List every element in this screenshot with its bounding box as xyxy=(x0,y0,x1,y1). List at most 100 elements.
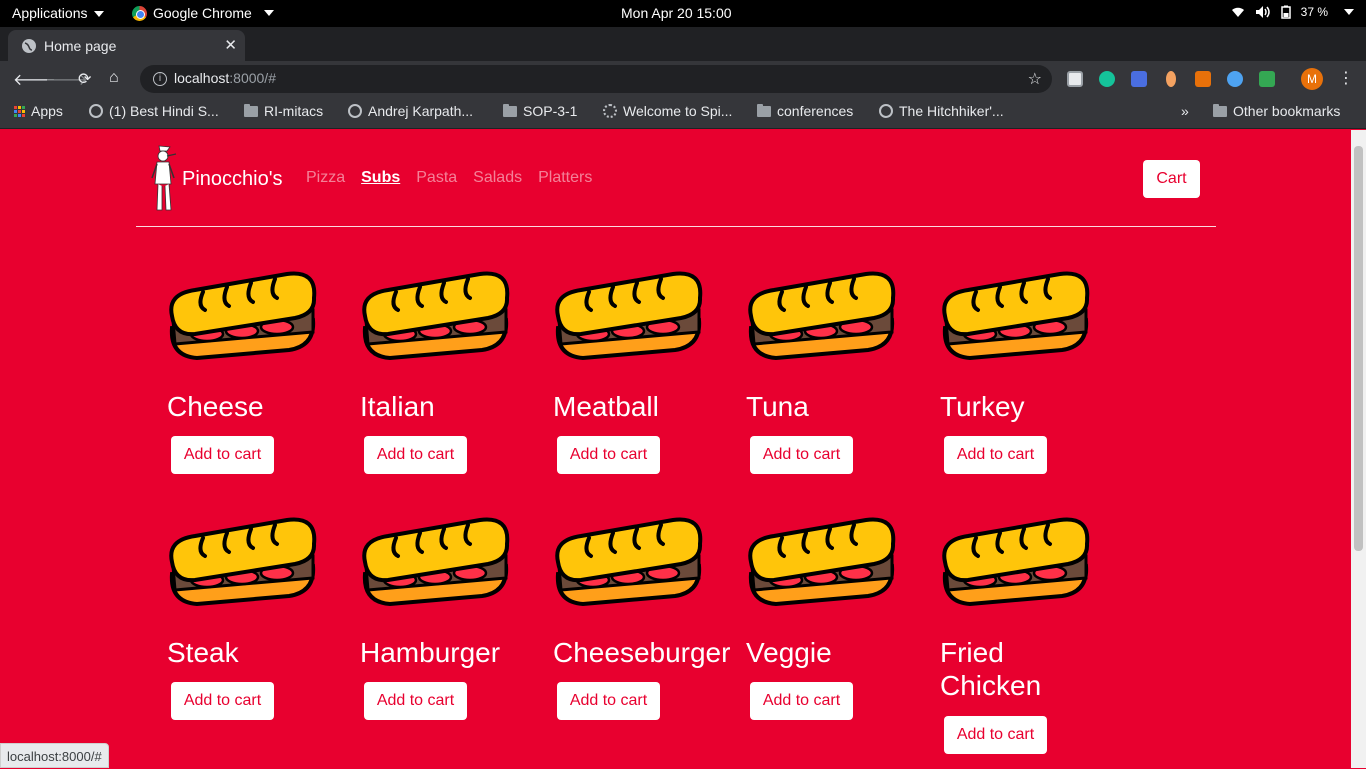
page-content: Pinocchio's Pizza Subs Pasta Salads Plat… xyxy=(0,130,1351,768)
add-to-cart-button[interactable]: Add to cart xyxy=(944,716,1047,754)
url-host: localhost xyxy=(174,70,230,86)
product-card: Tuna Add to cart xyxy=(746,270,926,474)
status-bar-url: localhost:8000/# xyxy=(0,743,109,768)
browser-toolbar: 🡐 🡒 ⟳ ⌂ i localhost:8000/# ☆ M ⋮ xyxy=(0,61,1366,97)
nav-link-pizza[interactable]: Pizza xyxy=(306,169,345,187)
bookmark-label: (1) Best Hindi S... xyxy=(109,103,219,119)
more-menu-icon[interactable]: ⋮ xyxy=(1338,68,1354,88)
header-divider xyxy=(136,226,1216,227)
chevron-down-icon xyxy=(263,10,274,16)
sub-sandwich-icon xyxy=(748,271,896,361)
system-tray[interactable]: 37 % xyxy=(1231,5,1354,19)
bookmark-label: Welcome to Spi... xyxy=(623,103,733,119)
active-app-menu[interactable]: Google Chrome xyxy=(132,5,274,21)
spinner-icon xyxy=(603,104,617,118)
add-to-cart-button[interactable]: Add to cart xyxy=(750,682,853,720)
product-card: Turkey Add to cart xyxy=(940,270,1120,474)
tab-home-page[interactable]: Home page ✕ xyxy=(8,30,245,61)
close-tab-icon[interactable]: ✕ xyxy=(224,36,237,54)
sub-sandwich-icon xyxy=(555,517,703,607)
folder-icon xyxy=(757,103,771,117)
bookmark-folder[interactable]: RI-mitacs xyxy=(244,103,323,119)
grammarly-icon[interactable] xyxy=(1099,71,1115,87)
nav-link-platters[interactable]: Platters xyxy=(538,169,592,187)
product-card: Hamburger Add to cart xyxy=(360,516,540,720)
tab-title: Home page xyxy=(44,38,117,54)
translate-icon[interactable] xyxy=(1131,71,1147,87)
bookmark-label: SOP-3-1 xyxy=(523,103,578,119)
address-bar[interactable]: i localhost:8000/# ☆ xyxy=(140,65,1052,93)
add-to-cart-button[interactable]: Add to cart xyxy=(944,436,1047,474)
nav-link-subs[interactable]: Subs xyxy=(361,169,400,187)
scrollbar-thumb[interactable] xyxy=(1354,146,1363,551)
bookmark-item[interactable]: (1) Best Hindi S... xyxy=(89,103,219,119)
bookmark-folder[interactable]: conferences xyxy=(757,103,853,119)
bookmark-apps[interactable]: Apps xyxy=(14,103,63,119)
applications-menu[interactable]: Applications xyxy=(12,5,104,21)
battery-icon xyxy=(1280,5,1291,19)
nav-link-pasta[interactable]: Pasta xyxy=(416,169,457,187)
brand-link[interactable]: Pinocchio's xyxy=(150,144,283,214)
sub-sandwich-icon xyxy=(362,517,510,607)
battery-percentage: 37 % xyxy=(1300,5,1328,19)
product-card: Veggie Add to cart xyxy=(746,516,926,720)
profile-avatar[interactable]: M xyxy=(1301,68,1323,90)
other-bookmarks[interactable]: Other bookmarks xyxy=(1213,103,1340,119)
overflow-chevron-icon: » xyxy=(1181,103,1189,119)
product-card: Fried Chicken Add to cart xyxy=(940,516,1120,754)
nav-link-salads[interactable]: Salads xyxy=(473,169,522,187)
extension-icon[interactable] xyxy=(1067,71,1083,87)
extension-icon[interactable] xyxy=(1195,71,1211,87)
bookmark-item[interactable]: Welcome to Spi... xyxy=(603,103,732,119)
sub-sandwich-icon xyxy=(942,271,1090,361)
product-name: Fried Chicken xyxy=(940,637,1042,701)
globe-icon xyxy=(22,39,36,53)
wifi-icon xyxy=(1231,7,1244,17)
product-card: Cheese Add to cart xyxy=(167,270,347,474)
product-card: Steak Add to cart xyxy=(167,516,347,720)
add-to-cart-button[interactable]: Add to cart xyxy=(557,436,660,474)
bookmark-item[interactable]: Andrej Karpath... xyxy=(348,103,473,119)
extension-icon[interactable] xyxy=(1166,71,1176,87)
sub-sandwich-icon xyxy=(169,517,317,607)
product-name: Turkey xyxy=(940,391,1025,422)
info-icon[interactable]: i xyxy=(153,72,167,86)
add-to-cart-button[interactable]: Add to cart xyxy=(750,436,853,474)
cart-button[interactable]: Cart xyxy=(1143,160,1200,198)
url-path: :8000/# xyxy=(229,70,276,86)
clock[interactable]: Mon Apr 20 15:00 xyxy=(621,5,732,21)
bookmark-label: conferences xyxy=(777,103,854,119)
home-icon[interactable]: ⌂ xyxy=(109,69,119,87)
product-card: Italian Add to cart xyxy=(360,270,540,474)
pinocchio-logo xyxy=(151,145,177,211)
main-nav: Pizza Subs Pasta Salads Platters xyxy=(306,169,592,187)
active-app-label: Google Chrome xyxy=(153,5,252,21)
add-to-cart-button[interactable]: Add to cart xyxy=(364,436,467,474)
bookmark-item[interactable]: The Hitchhiker'... xyxy=(879,103,1004,119)
bookmark-star-icon[interactable]: ☆ xyxy=(1028,69,1042,89)
bookmarks-overflow-button[interactable]: » xyxy=(1181,103,1189,119)
globe-icon xyxy=(348,104,362,118)
sub-sandwich-icon xyxy=(169,271,317,361)
product-card: Cheeseburger Add to cart xyxy=(553,516,733,720)
product-name: Hamburger xyxy=(360,637,501,668)
product-name: Cheeseburger xyxy=(553,637,731,668)
extension-icon[interactable] xyxy=(1227,71,1243,87)
page-scrollbar[interactable] xyxy=(1351,130,1366,768)
sub-sandwich-icon xyxy=(362,271,510,361)
add-to-cart-button[interactable]: Add to cart xyxy=(171,436,274,474)
reload-icon[interactable]: ⟳ xyxy=(78,69,91,89)
product-name: Cheese xyxy=(167,391,264,422)
sub-sandwich-icon xyxy=(942,517,1090,607)
add-to-cart-button[interactable]: Add to cart xyxy=(171,682,274,720)
add-to-cart-button[interactable]: Add to cart xyxy=(557,682,660,720)
chevron-down-icon xyxy=(1344,9,1354,15)
system-top-bar: Applications Google Chrome Mon Apr 20 15… xyxy=(0,0,1366,27)
bookmark-folder[interactable]: SOP-3-1 xyxy=(503,103,577,119)
bookmark-label: RI-mitacs xyxy=(264,103,324,119)
extension-icon[interactable] xyxy=(1259,71,1275,87)
product-name: Italian xyxy=(360,391,435,422)
add-to-cart-button[interactable]: Add to cart xyxy=(364,682,467,720)
folder-icon xyxy=(1213,103,1227,117)
bookmark-label: Andrej Karpath... xyxy=(368,103,474,119)
